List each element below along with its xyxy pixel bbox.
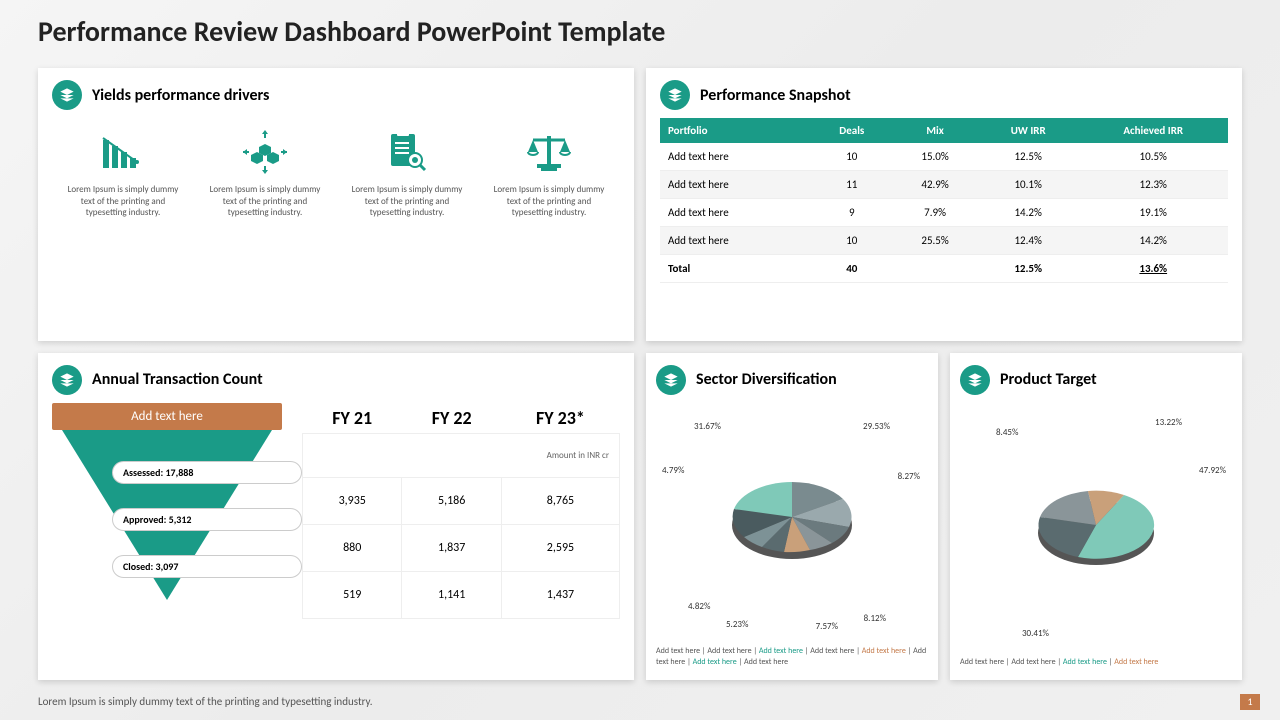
table-row: 8801,8372,595 <box>303 524 620 571</box>
pie-label: 8.45% <box>996 427 1018 438</box>
product-legend: Add text here | Add text here | Add text… <box>960 657 1232 668</box>
pie-label: 31.67% <box>694 421 721 432</box>
funnel: Add text here Assessed: 17,888 Approved:… <box>52 403 282 623</box>
page-number: 1 <box>1240 694 1260 710</box>
pie-label: 47.92% <box>1199 465 1226 476</box>
product-card: Product Target 13.22% 8.45% 47.92% 30.41… <box>950 353 1242 681</box>
drivers-card: Yields performance drivers Lorem Ipsum i… <box>38 68 634 341</box>
pie-label: 29.53% <box>863 421 890 432</box>
driver-text: Lorem Ipsum is simply dummy text of the … <box>487 184 612 219</box>
snapshot-card: Performance Snapshot Portfolio Deals Mix… <box>646 68 1242 341</box>
sector-pie: 31.67% 29.53% 8.27% 8.12% 7.57% 5.23% 4.… <box>656 403 928 642</box>
pie-label: 30.41% <box>1022 628 1049 639</box>
th-mix: Mix <box>892 118 978 143</box>
th-deals: Deals <box>811 118 892 143</box>
sector-card: Sector Diversification <box>646 353 938 681</box>
cubes-expand-icon <box>203 128 328 176</box>
pie-label: 5.23% <box>726 619 748 630</box>
table-row: Add text here1142.9%10.1%12.3% <box>660 171 1228 199</box>
table-row: 5191,1411,437 <box>303 571 620 618</box>
slide-title: Performance Review Dashboard PowerPoint … <box>0 0 1280 49</box>
driver-text: Lorem Ipsum is simply dummy text of the … <box>345 184 470 219</box>
driver-item: Lorem Ipsum is simply dummy text of the … <box>345 128 470 219</box>
pie-label: 4.82% <box>688 601 710 612</box>
snapshot-title: Performance Snapshot <box>700 86 851 105</box>
driver-text: Lorem Ipsum is simply dummy text of the … <box>61 184 186 219</box>
product-pie: 13.22% 8.45% 47.92% 30.41% <box>960 403 1232 653</box>
pie-label: 8.27% <box>898 471 920 482</box>
driver-item: Lorem Ipsum is simply dummy text of the … <box>203 128 328 219</box>
table-row: Add text here97.9%14.2%19.1% <box>660 199 1228 227</box>
pie-label: 8.12% <box>864 613 886 624</box>
annual-card: Annual Transaction Count Add text here A… <box>38 353 634 681</box>
chart-decline-icon <box>61 128 186 176</box>
layers-icon <box>660 80 690 110</box>
drivers-title: Yields performance drivers <box>92 86 269 105</box>
funnel-stage: Assessed: 17,888 <box>112 461 302 484</box>
pie-label: 4.79% <box>662 465 684 476</box>
footer-text: Lorem Ipsum is simply dummy text of the … <box>38 695 373 708</box>
driver-text: Lorem Ipsum is simply dummy text of the … <box>203 184 328 219</box>
funnel-top-label: Add text here <box>52 403 282 430</box>
annual-table: FY 21FY 22FY 23* Amount in INR cr 3,9355… <box>302 403 620 623</box>
layers-icon <box>52 80 82 110</box>
driver-item: Lorem Ipsum is simply dummy text of the … <box>61 128 186 219</box>
funnel-stage: Approved: 5,312 <box>112 508 302 531</box>
table-row: 3,9355,1868,765 <box>303 477 620 524</box>
annual-title: Annual Transaction Count <box>92 370 263 389</box>
th-ach: Achieved IRR <box>1078 118 1228 143</box>
table-row: Add text here1025.5%12.4%14.2% <box>660 227 1228 255</box>
pies-row: Sector Diversification <box>646 353 1242 681</box>
snapshot-table: Portfolio Deals Mix UW IRR Achieved IRR … <box>660 118 1228 283</box>
table-row: Add text here1015.0%12.5%10.5% <box>660 143 1228 171</box>
sector-legend: Add text here | Add text here | Add text… <box>656 646 928 668</box>
sector-title: Sector Diversification <box>696 370 837 389</box>
table-row-total: Total4012.5%13.6% <box>660 255 1228 283</box>
scales-icon <box>487 128 612 176</box>
th-portfolio: Portfolio <box>660 118 811 143</box>
layers-icon <box>656 365 686 395</box>
clipboard-search-icon <box>345 128 470 176</box>
th-uw: UW IRR <box>978 118 1079 143</box>
layers-icon <box>52 365 82 395</box>
layers-icon <box>960 365 990 395</box>
pie-label: 13.22% <box>1155 417 1182 428</box>
product-title: Product Target <box>1000 370 1097 389</box>
driver-item: Lorem Ipsum is simply dummy text of the … <box>487 128 612 219</box>
pie-label: 7.57% <box>816 621 838 632</box>
funnel-stage: Closed: 3,097 <box>112 555 302 578</box>
